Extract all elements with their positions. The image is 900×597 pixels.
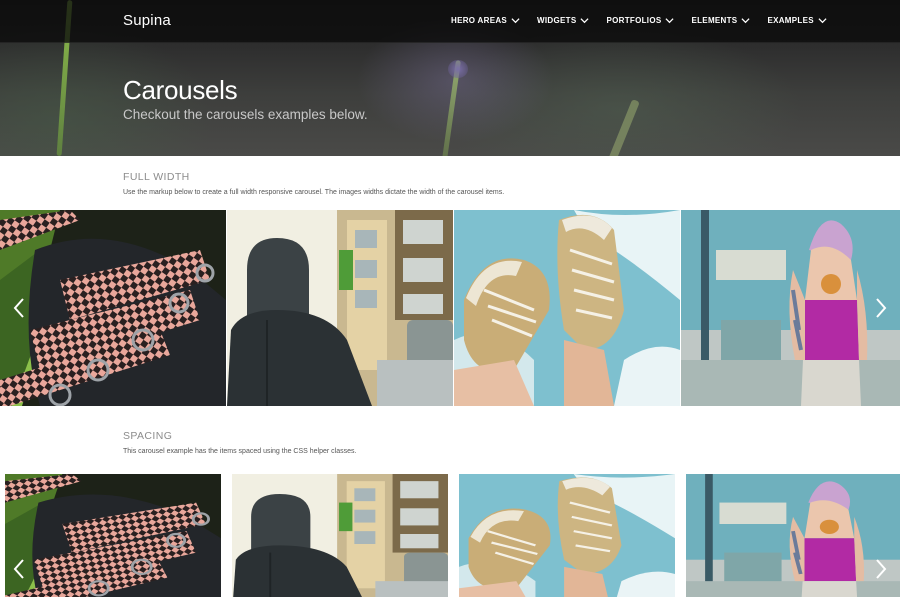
carousel-slide-tattoo[interactable] bbox=[681, 210, 900, 406]
carousel-slide-hoodie[interactable] bbox=[227, 210, 453, 406]
section-heading-full-width: FULL WIDTH bbox=[123, 171, 190, 183]
page-title: Carousels bbox=[123, 75, 238, 105]
chevron-down-icon bbox=[580, 17, 589, 24]
slide-image-tattoo bbox=[681, 210, 900, 406]
hero-background-flower bbox=[448, 60, 468, 78]
chevron-left-icon bbox=[12, 558, 26, 580]
carousel-next-button[interactable] bbox=[874, 297, 888, 319]
chevron-down-icon bbox=[665, 17, 674, 24]
carousel-prev-button[interactable] bbox=[12, 297, 26, 319]
chevron-left-icon bbox=[12, 297, 26, 319]
carousel-spacing[interactable] bbox=[0, 474, 900, 597]
hero-area: Supina HERO AREAS WIDGETS PORTFOLIOS ELE… bbox=[0, 0, 900, 156]
nav-item-label: EXAMPLES bbox=[767, 16, 814, 25]
carousel-full-width[interactable] bbox=[0, 210, 900, 406]
chevron-down-icon bbox=[741, 17, 750, 24]
section-description-full-width: Use the markup below to create a full wi… bbox=[123, 189, 505, 196]
carousel-slide-shoelace[interactable] bbox=[5, 474, 221, 597]
nav-item-label: PORTFOLIOS bbox=[606, 16, 662, 25]
section-description-spacing: This carousel example has the items spac… bbox=[123, 448, 357, 455]
navbar: Supina HERO AREAS WIDGETS PORTFOLIOS ELE… bbox=[0, 0, 900, 43]
nav-item-portfolios[interactable]: PORTFOLIOS bbox=[606, 16, 674, 25]
nav-item-examples[interactable]: EXAMPLES bbox=[767, 16, 826, 25]
nav-item-hero-areas[interactable]: HERO AREAS bbox=[451, 16, 520, 25]
hero-background-leaf bbox=[606, 99, 640, 156]
slide-image-sneakers bbox=[454, 210, 680, 406]
slide-image-shoelace bbox=[0, 210, 226, 406]
carousel-slide-tattoo[interactable] bbox=[686, 474, 900, 597]
carousel-slide-shoelace[interactable] bbox=[0, 210, 226, 406]
carousel-slide-sneakers[interactable] bbox=[459, 474, 675, 597]
slide-image-tattoo bbox=[686, 474, 900, 597]
slide-image-sneakers bbox=[459, 474, 675, 597]
nav-item-label: HERO AREAS bbox=[451, 16, 508, 25]
brand-logo[interactable]: Supina bbox=[123, 12, 171, 29]
nav-menu: HERO AREAS WIDGETS PORTFOLIOS ELEMENTS E… bbox=[451, 16, 844, 25]
section-heading-spacing: SPACING bbox=[123, 430, 173, 442]
chevron-right-icon bbox=[874, 297, 888, 319]
slide-image-shoelace bbox=[5, 474, 221, 597]
carousel-next-button[interactable] bbox=[874, 558, 888, 580]
chevron-down-icon bbox=[818, 17, 827, 24]
nav-item-label: WIDGETS bbox=[537, 16, 577, 25]
chevron-down-icon bbox=[511, 17, 520, 24]
slide-image-hoodie bbox=[232, 474, 448, 597]
nav-item-widgets[interactable]: WIDGETS bbox=[537, 16, 589, 25]
nav-item-label: ELEMENTS bbox=[691, 16, 738, 25]
nav-item-elements[interactable]: ELEMENTS bbox=[691, 16, 750, 25]
slide-image-hoodie bbox=[227, 210, 453, 406]
carousel-prev-button[interactable] bbox=[12, 558, 26, 580]
chevron-right-icon bbox=[874, 558, 888, 580]
carousel-slide-hoodie[interactable] bbox=[232, 474, 448, 597]
carousel-slide-sneakers[interactable] bbox=[454, 210, 680, 406]
page-subtitle: Checkout the carousels examples below. bbox=[123, 107, 368, 122]
